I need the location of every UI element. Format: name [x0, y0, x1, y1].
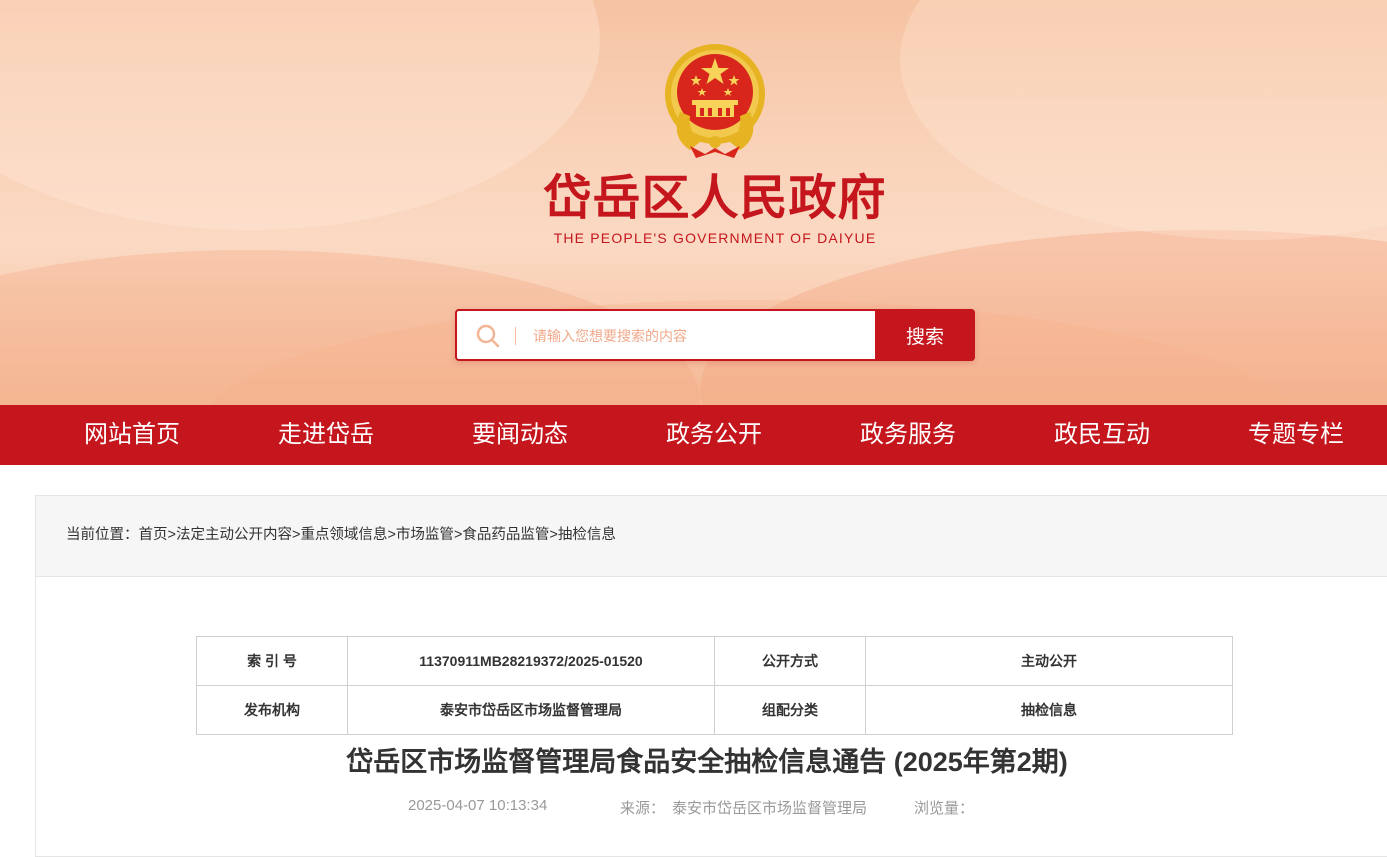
meta-key-index-number: 索 引 号: [196, 636, 348, 686]
breadcrumb: 当前位置：首页>法定主动公开内容>重点领域信息>市场监管>食品药品监管>抽检信息: [36, 496, 1387, 577]
article-date: 2025-04-07 10:13:34: [408, 797, 548, 814]
header-banner: 岱岳区人民政府 THE PEOPLE'S GOVERNMENT OF DAIYU…: [0, 0, 1387, 405]
article-views-label: 浏览量：: [914, 800, 975, 817]
article-title: 岱岳区市场监督管理局食品安全抽检信息通告 (2025年第2期): [346, 747, 1068, 777]
site-subtitle: THE PEOPLE'S GOVERNMENT OF DAIYUE: [553, 230, 877, 246]
breadcrumb-separator: >: [167, 527, 176, 543]
nav-item-news[interactable]: 要闻动态: [440, 405, 600, 465]
breadcrumb-separator: >: [549, 527, 558, 543]
breadcrumb-item-inspection[interactable]: 抽检信息: [558, 527, 616, 543]
meta-key-category: 组配分类: [714, 685, 866, 735]
national-emblem-icon: [665, 44, 765, 158]
meta-value-disclosure-method: 主动公开: [865, 636, 1233, 686]
search-button[interactable]: 搜索: [875, 309, 975, 361]
nav-item-home[interactable]: 网站首页: [52, 405, 212, 465]
article-source-value: 泰安市岱岳区市场监督管理局: [672, 800, 868, 817]
search-icon: [476, 324, 500, 348]
nav-item-about[interactable]: 走进岱岳: [246, 405, 406, 465]
nav-item-public-info[interactable]: 政务公开: [634, 405, 794, 465]
info-meta-table: 索 引 号 11370911MB28219372/2025-01520 公开方式…: [196, 636, 1233, 735]
main-nav: 网站首页 走进岱岳 要闻动态 政务公开 政务服务 政民互动 专题专栏: [0, 405, 1387, 465]
nav-item-services[interactable]: 政务服务: [828, 405, 988, 465]
table-row: 索 引 号 11370911MB28219372/2025-01520 公开方式…: [196, 636, 1233, 686]
breadcrumb-item-statutory[interactable]: 法定主动公开内容: [176, 527, 292, 543]
breadcrumb-item-key-areas[interactable]: 重点领域信息: [300, 527, 387, 543]
search-divider: [515, 327, 516, 345]
breadcrumb-separator: >: [387, 527, 396, 543]
table-row: 发布机构 泰安市岱岳区市场监督管理局 组配分类 抽检信息: [196, 685, 1233, 735]
nav-item-interaction[interactable]: 政民互动: [1022, 405, 1182, 465]
site-title: 岱岳区人民政府: [543, 170, 887, 226]
breadcrumb-item-market-regulation[interactable]: 市场监管: [396, 527, 454, 543]
meta-key-publisher: 发布机构: [196, 685, 348, 735]
meta-value-category: 抽检信息: [865, 685, 1233, 735]
search-box: 搜索: [455, 309, 975, 361]
breadcrumb-prefix: 当前位置：: [66, 527, 139, 543]
article-source-label: 来源：: [620, 800, 666, 817]
search-input[interactable]: [531, 320, 865, 352]
breadcrumb-item-food-drug[interactable]: 食品药品监管: [462, 527, 549, 543]
meta-value-index-number: 11370911MB28219372/2025-01520: [347, 636, 715, 686]
meta-key-disclosure-method: 公开方式: [714, 636, 866, 686]
breadcrumb-item-home[interactable]: 首页: [139, 527, 168, 543]
nav-item-topics[interactable]: 专题专栏: [1216, 405, 1376, 465]
meta-value-publisher: 泰安市岱岳区市场监督管理局: [347, 685, 715, 735]
